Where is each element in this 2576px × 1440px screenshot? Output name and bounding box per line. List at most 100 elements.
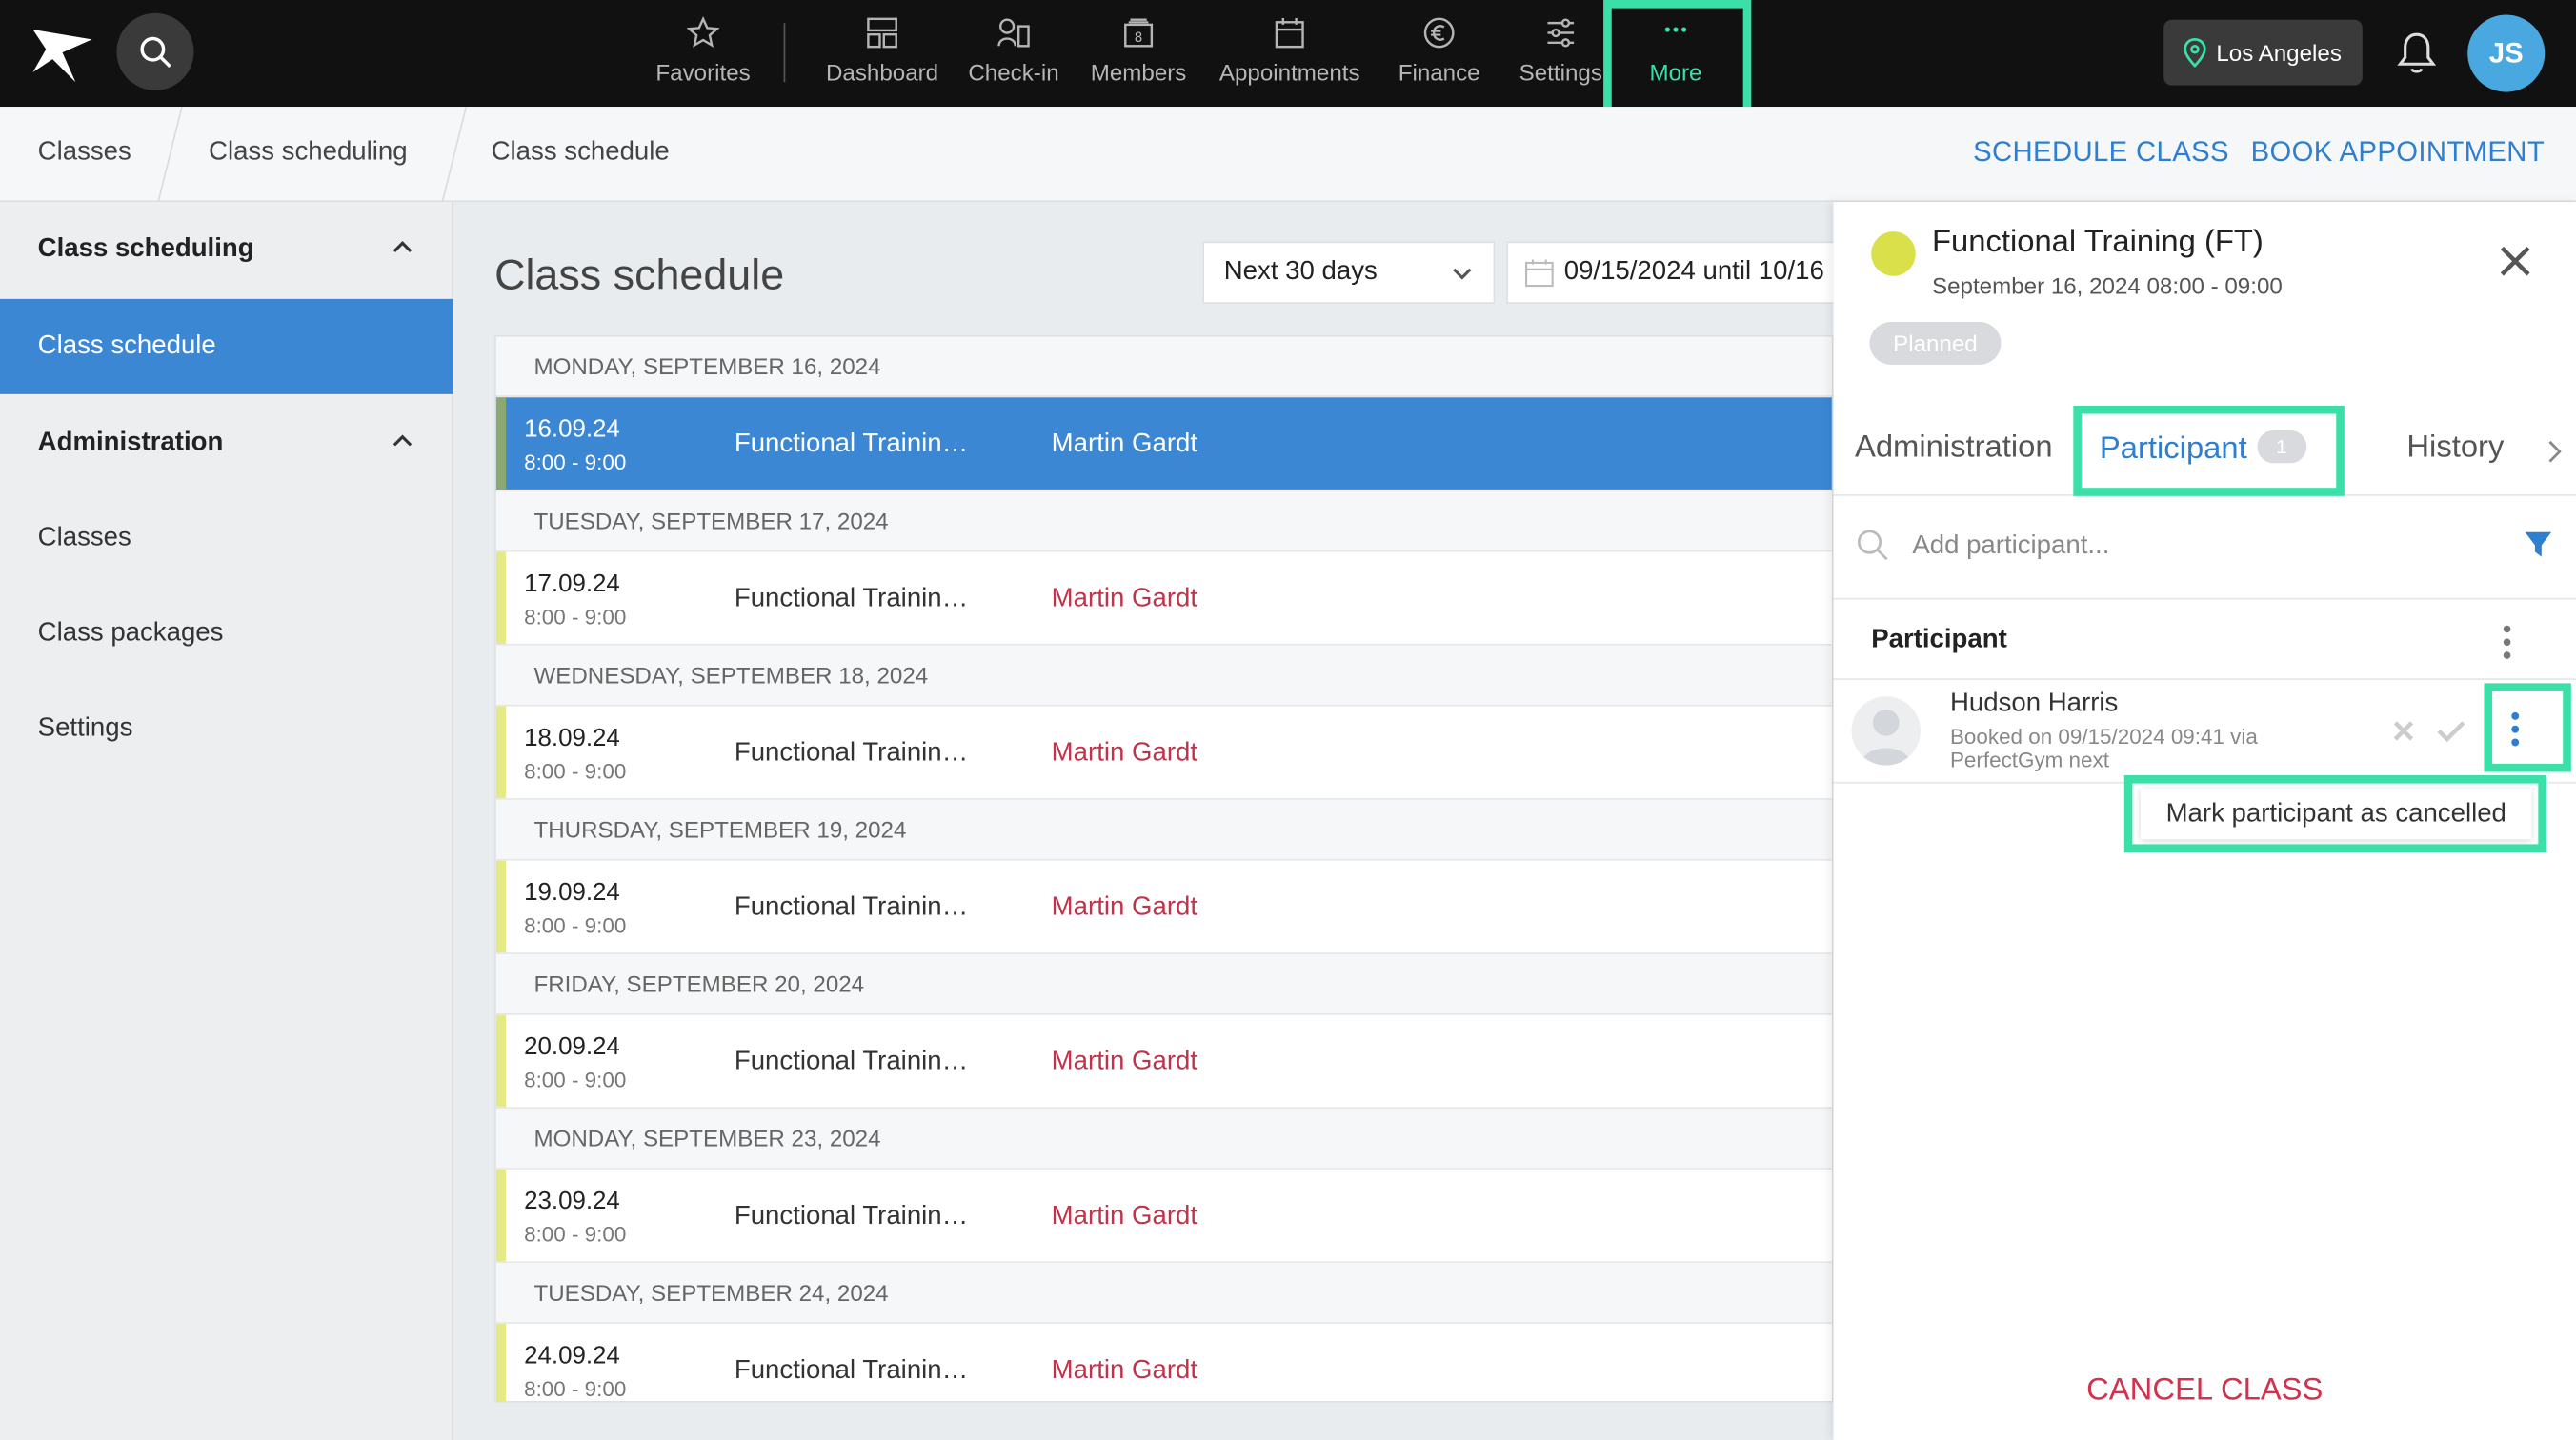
row-date: 23.09.24 [524,1187,620,1216]
star-icon [686,16,720,48]
nav-dashboard[interactable]: Dashboard [820,0,945,107]
calendar-icon [1525,259,1554,288]
sidebar-item-class-schedule[interactable]: Class schedule [0,298,453,394]
class-color-bar [495,706,507,799]
section-divider [1833,597,2576,600]
check-icon[interactable] [2436,719,2465,743]
class-color-bar [495,860,507,953]
class-color-bar [495,1014,507,1108]
filter-icon[interactable] [2524,530,2553,560]
row-trainer: Martin Gardt [1051,739,1198,768]
schedule-class-button[interactable]: SCHEDULE CLASS [1973,136,2229,169]
kebab-highlight-frame [2484,683,2571,772]
cancel-class-button[interactable]: CANCEL CLASS [1834,1373,2576,1410]
user-avatar[interactable]: JS [2467,14,2546,92]
class-color-dot [1871,231,1916,276]
chevron-up-icon [392,434,413,447]
page-title: Class schedule [494,250,785,299]
sidebar: Class scheduling Class schedule Administ… [0,202,453,1440]
row-time: 8:00 - 9:00 [524,912,627,938]
range-select[interactable]: Next 30 days [1202,241,1496,305]
tab-administration[interactable]: Administration [1855,430,2053,467]
breadcrumb-separator [157,107,183,203]
row-time: 8:00 - 9:00 [524,758,627,784]
cancel-x-icon[interactable] [2392,719,2415,742]
search-icon [1857,530,1888,561]
chevron-right-icon[interactable] [2546,438,2563,472]
nav-members[interactable]: 8 Members [1084,0,1193,107]
location-label: Los Angeles [2216,39,2342,66]
menu-item-highlight-frame [2123,774,2546,853]
row-date: 18.09.24 [524,724,620,752]
row-class-name: Functional Trainin… [734,893,969,922]
sliders-icon [1547,18,1575,48]
chevron-up-icon [392,241,413,252]
sidebar-item-classes[interactable]: Classes [0,491,453,587]
book-appointment-button[interactable]: BOOK APPOINTMENT [2251,136,2546,169]
sidebar-group-administration[interactable]: Administration [0,396,453,491]
schedule-row[interactable]: 20.09.24 8:00 - 9:00 Functional Trainin…… [495,1013,1832,1110]
sidebar-group-class-scheduling[interactable]: Class scheduling [0,202,453,297]
schedule-list: Monday, September 16, 2024 16.09.24 8:00… [494,334,1834,1403]
participant-row[interactable]: Hudson Harris Booked on 09/15/2024 09:41… [1833,680,2576,784]
row-date: 24.09.24 [524,1341,620,1370]
row-date: 20.09.24 [524,1032,620,1062]
date-range-input[interactable]: 09/15/2024 until 10/16 [1506,241,1836,305]
avatar [1851,696,1921,766]
schedule-row[interactable]: 18.09.24 8:00 - 9:00 Functional Trainin…… [495,704,1832,800]
class-color-bar [495,1169,507,1262]
kebab-menu-icon[interactable] [2499,623,2515,662]
logo-star-icon[interactable] [27,16,99,89]
sidebar-group-label: Administration [37,429,224,457]
add-participant-input[interactable] [1912,527,2505,567]
row-time: 8:00 - 9:00 [524,450,627,475]
sidebar-item-class-packages[interactable]: Class packages [0,587,453,682]
nav-dashboard-label: Dashboard [825,59,939,86]
members-icon: 8 [1124,18,1154,48]
global-search-button[interactable] [116,12,194,90]
schedule-row[interactable]: 19.09.24 8:00 - 9:00 Functional Trainin…… [495,858,1832,954]
breadcrumb-class-schedule: Class schedule [491,137,670,167]
row-trainer: Martin Gardt [1051,1048,1198,1076]
breadcrumb-separator [441,107,468,203]
nav-checkin-label: Check-in [968,59,1059,86]
close-icon[interactable] [2499,245,2531,286]
map-pin-icon [2184,38,2206,68]
row-date: 16.09.24 [524,415,620,444]
day-header: Monday, September 16, 2024 [495,336,1832,396]
participant-name: Hudson Harris [1949,690,2119,718]
breadcrumb-class-scheduling[interactable]: Class scheduling [209,138,408,168]
chevron-down-icon [1453,268,1472,280]
class-color-bar [495,551,507,645]
dashboard-icon [867,17,897,49]
location-selector[interactable]: Los Angeles [2163,19,2363,86]
row-class-name: Functional Trainin… [734,1048,969,1076]
participant-section-title: Participant [1871,626,2007,654]
nav-separator [783,23,786,83]
nav-finance-label: Finance [1398,59,1480,86]
row-trainer: Martin Gardt [1051,584,1198,613]
schedule-row[interactable]: 24.09.24 8:00 - 9:00 Functional Trainin…… [495,1322,1832,1401]
day-header: Thursday, September 19, 2024 [495,799,1832,859]
status-badge: Planned [1869,322,2002,365]
nav-checkin[interactable]: Check-in [964,0,1062,107]
schedule-row[interactable]: 16.09.24 8:00 - 9:00 Functional Trainin…… [495,395,1832,491]
nav-settings-label: Settings [1519,59,1602,86]
row-date: 19.09.24 [524,878,620,907]
row-class-name: Functional Trainin… [734,739,969,768]
notifications-bell-icon[interactable] [2395,30,2438,84]
schedule-row[interactable]: 23.09.24 8:00 - 9:00 Functional Trainin…… [495,1168,1832,1264]
nav-appointments[interactable]: Appointments [1213,0,1367,107]
nav-favorites[interactable]: Favorites [651,0,755,107]
class-datetime: September 16, 2024 08:00 - 09:00 [1932,272,2283,299]
nav-settings[interactable]: Settings [1512,0,1610,107]
schedule-row[interactable]: 17.09.24 8:00 - 9:00 Functional Trainin…… [495,550,1832,646]
row-trainer: Martin Gardt [1051,893,1198,922]
day-header: Tuesday, September 24, 2024 [495,1263,1832,1323]
checkin-icon [997,18,1030,48]
breadcrumb-classes[interactable]: Classes [38,138,131,168]
nav-finance[interactable]: Finance [1392,0,1487,107]
sidebar-item-settings[interactable]: Settings [0,682,453,777]
tab-history[interactable]: History [2406,430,2504,467]
row-class-name: Functional Trainin… [734,1202,969,1230]
